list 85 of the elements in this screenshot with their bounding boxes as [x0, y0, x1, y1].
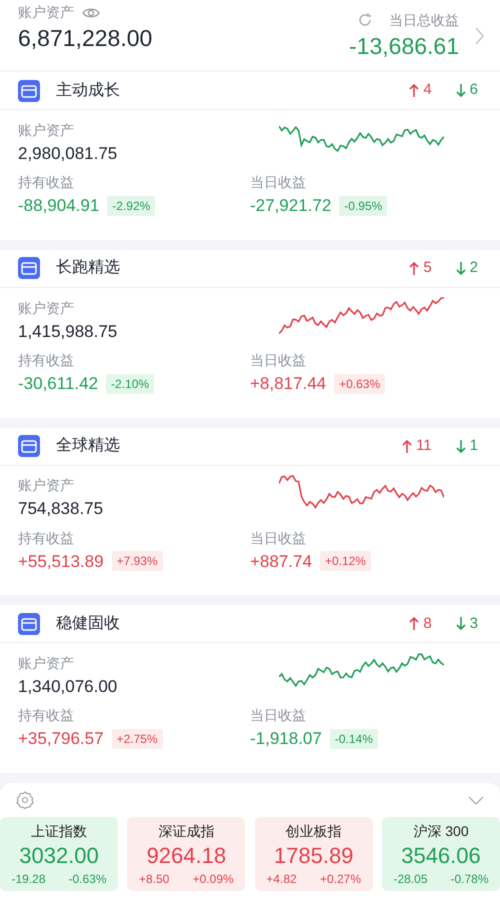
- holding-gain: -88,904.91: [18, 195, 100, 217]
- rising-count: 11: [416, 436, 432, 456]
- fund-name: 稳健固收: [56, 614, 120, 634]
- assets-value: 754,838.75: [18, 498, 104, 520]
- percent-tag: +2.75%: [112, 729, 163, 749]
- index-percent: -0.78%: [450, 870, 488, 888]
- index-change: -28.05: [393, 870, 428, 888]
- assets-value: 2,980,081.75: [18, 142, 118, 165]
- falling-count: 2: [470, 258, 478, 278]
- percent-tag: -2.10%: [106, 374, 154, 394]
- index-percent: -0.63%: [68, 870, 107, 888]
- arrow-up-icon: [409, 617, 420, 630]
- daily-gain: +887.74: [250, 550, 312, 572]
- daily-total: -13,686.61: [349, 32, 459, 61]
- daily-gain-label: 当日收益: [250, 350, 307, 370]
- index-tile[interactable]: 上证指数 3032.00 -19.28 -0.63%: [0, 817, 118, 890]
- falling-count: 1: [470, 436, 478, 456]
- daily-gain: -1,918.07: [250, 728, 322, 750]
- index-name: 沪深 300: [412, 822, 470, 841]
- assets-label: 账户资产: [18, 654, 75, 673]
- daily-gain: +8,817.44: [250, 372, 326, 395]
- index-name: 创业板指: [284, 822, 343, 841]
- arrow-up-icon: [402, 440, 412, 452]
- arrow-down-icon: [456, 617, 466, 630]
- arrow-down-icon: [456, 262, 466, 275]
- rising-count: 5: [423, 258, 432, 278]
- index-change: +4.82: [266, 870, 297, 888]
- assets-label: 账户资产: [18, 298, 75, 318]
- refresh-icon[interactable]: [357, 12, 373, 28]
- falling-count: 3: [470, 614, 478, 634]
- index-tile[interactable]: 创业板指 1785.89 +4.82 +0.27%: [254, 817, 373, 890]
- index-change: -19.28: [11, 870, 46, 888]
- daily-gain-label: 当日收益: [250, 173, 307, 192]
- percent-tag: -0.95%: [339, 196, 388, 216]
- fund-name: 主动成长: [56, 80, 120, 100]
- total-assets: 6,871,228.00: [18, 24, 152, 53]
- daily-gain-label: 当日收益: [250, 528, 307, 548]
- assets-label: 账户资产: [18, 120, 75, 140]
- daily-gain-label: 当日收益: [250, 706, 307, 726]
- index-value: 3032.00: [18, 842, 100, 870]
- folder-icon: [18, 612, 40, 635]
- index-percent: +0.27%: [320, 870, 361, 888]
- percent-tag: -2.92%: [107, 196, 156, 216]
- index-value: 1785.89: [272, 842, 354, 870]
- holding-gain-label: 持有收益: [18, 173, 75, 192]
- index-name: 上证指数: [30, 822, 88, 841]
- arrow-up-icon: [409, 262, 420, 275]
- index-value: 3546.06: [400, 842, 482, 870]
- chevron-down-icon[interactable]: [468, 796, 484, 804]
- folder-icon: [18, 435, 40, 457]
- holding-gain: +55,513.89: [18, 550, 104, 572]
- arrow-down-icon: [456, 440, 466, 452]
- holding-gain-label: 持有收益: [18, 528, 75, 548]
- settings-icon[interactable]: [16, 791, 34, 809]
- assets-value: 1,340,076.00: [18, 676, 118, 698]
- percent-tag: +0.12%: [320, 551, 371, 572]
- index-tile[interactable]: 沪深 300 3546.06 -28.05 -0.78%: [382, 817, 500, 890]
- chevron-right-icon[interactable]: [475, 27, 484, 45]
- percent-tag: -0.14%: [330, 729, 378, 749]
- assets-value: 1,415,988.75: [18, 320, 118, 342]
- eye-icon[interactable]: [82, 6, 100, 18]
- rising-count: 4: [423, 80, 432, 100]
- assets-label: 账户资产: [18, 476, 75, 496]
- percent-tag: +0.63%: [334, 374, 386, 394]
- folder-icon: [18, 257, 40, 280]
- index-change: +8.50: [138, 870, 170, 888]
- percent-tag: +7.93%: [112, 551, 163, 572]
- holding-gain: -30,611.42: [18, 372, 98, 395]
- holding-gain: +35,796.57: [18, 728, 104, 750]
- holding-gain-label: 持有收益: [18, 350, 75, 370]
- index-name: 深证成指: [157, 822, 216, 841]
- rising-count: 8: [423, 614, 432, 634]
- arrow-up-icon: [409, 84, 420, 97]
- index-percent: +0.09%: [192, 870, 234, 888]
- falling-count: 6: [470, 80, 478, 100]
- assets-label: 账户资产: [18, 3, 74, 22]
- fund-name: 全球精选: [56, 436, 120, 456]
- arrow-down-icon: [456, 84, 466, 97]
- daily-gain: -27,921.72: [250, 195, 332, 217]
- index-value: 9264.18: [146, 842, 228, 870]
- holding-gain-label: 持有收益: [18, 706, 75, 726]
- daily-total-label: 当日总收益: [389, 10, 459, 30]
- index-tile[interactable]: 深证成指 9264.18 +8.50 +0.09%: [127, 817, 246, 890]
- folder-icon: [18, 80, 40, 102]
- fund-name: 长跑精选: [56, 258, 120, 278]
